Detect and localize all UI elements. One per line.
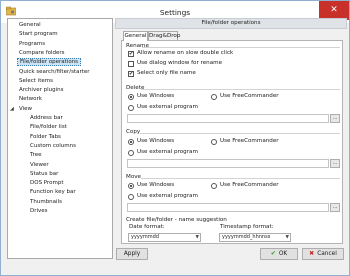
sidebar-item-address-bar[interactable]: Address bar	[28, 114, 65, 122]
delete-browse-button[interactable]: ...	[330, 114, 340, 123]
copy-divider	[140, 133, 340, 134]
move-use-external-label: Use external program	[137, 193, 198, 199]
settings-window: Settings ✕ General Start program Programs C…	[0, 0, 350, 276]
allow-rename-checkbox[interactable]: ✔	[128, 51, 134, 57]
copy-use-external-radio[interactable]	[128, 150, 134, 156]
cancel-icon: ✖	[309, 250, 315, 257]
move-divider	[141, 178, 340, 179]
move-external-path-field[interactable]	[127, 203, 329, 212]
chevron-down-icon: ▼	[285, 235, 289, 240]
copy-section-title: Copy	[126, 129, 141, 135]
sidebar-item-general[interactable]: General	[17, 21, 43, 29]
delete-use-external-radio[interactable]	[128, 105, 134, 111]
delete-use-windows-radio[interactable]	[128, 94, 134, 100]
copy-use-freecommander-radio[interactable]	[211, 139, 217, 145]
move-use-external-radio[interactable]	[128, 194, 134, 200]
sidebar-item-custom-columns[interactable]: Custom columns	[28, 142, 78, 150]
sidebar-item-thumbnails[interactable]: Thumbnails	[28, 198, 64, 206]
check-icon: ✔	[129, 51, 134, 57]
copy-browse-button[interactable]: ...	[330, 159, 340, 168]
timestamp-format-value: yyyymmdd_hhnnss	[222, 234, 271, 240]
sidebar-item-folder-tabs[interactable]: Folder Tabs	[28, 133, 63, 141]
move-use-windows-label: Use Windows	[137, 182, 175, 188]
timestamp-format-label: Timestamp format:	[220, 224, 274, 230]
delete-use-external-label: Use external program	[137, 104, 198, 110]
sidebar-item-network[interactable]: Network	[17, 95, 44, 103]
ok-label: OK	[278, 251, 288, 257]
delete-divider	[141, 89, 340, 90]
expand-triangle-icon[interactable]: ◢	[10, 105, 16, 113]
sidebar-item-quick-search-filter-starter[interactable]: Quick search/filter/starter	[17, 68, 92, 76]
check-icon: ✔	[129, 71, 134, 77]
sidebar-item-status-bar[interactable]: Status bar	[28, 170, 60, 178]
sidebar-item-select-items[interactable]: Select items	[17, 77, 55, 85]
checkmark-icon: ✔	[270, 250, 276, 257]
delete-use-freecommander-radio[interactable]	[211, 94, 217, 100]
copy-use-windows-label: Use Windows	[137, 138, 175, 144]
sidebar-item-function-key-bar[interactable]: Function key bar	[28, 188, 78, 196]
allow-rename-label: Allow rename on slow double click	[137, 50, 234, 56]
move-section-title: Move	[126, 174, 142, 180]
delete-section-title: Delete	[126, 85, 145, 91]
cancel-label: Cancel	[317, 251, 337, 257]
copy-use-windows-radio[interactable]	[128, 139, 134, 145]
date-format-value: yyyymmdd	[131, 234, 159, 240]
move-use-windows-radio[interactable]	[128, 183, 134, 189]
rename-section-title: Rename	[126, 43, 149, 49]
chevron-down-icon: ▼	[195, 235, 199, 240]
select-only-name-checkbox[interactable]: ✔	[128, 71, 134, 77]
delete-external-path-field[interactable]	[127, 114, 329, 123]
use-dialog-label: Use dialog window for rename	[137, 60, 223, 66]
sidebar-item-compare-folders[interactable]: Compare folders	[17, 49, 67, 57]
move-use-freecommander-radio[interactable]	[211, 183, 217, 189]
sidebar-item-file-folder-list[interactable]: File/folder list	[28, 123, 69, 131]
sidebar-item-dos-prompt[interactable]: DOS Prompt	[28, 179, 66, 187]
page-header: File/folder operations	[115, 18, 347, 29]
apply-button[interactable]: Apply	[116, 248, 148, 260]
use-dialog-checkbox[interactable]	[128, 61, 134, 67]
date-format-combo[interactable]: yyyymmdd ▼	[128, 233, 201, 242]
rename-divider	[142, 47, 340, 48]
copy-external-path-field[interactable]	[127, 159, 329, 168]
sidebar-item-programs[interactable]: Programs	[17, 40, 47, 48]
move-use-freecommander-label: Use FreeCommander	[220, 182, 279, 188]
sidebar-item-drives[interactable]: Drives	[28, 207, 50, 215]
tab-drag-drop[interactable]: Drag&Drop	[148, 31, 180, 40]
move-browse-button[interactable]: ...	[330, 203, 340, 212]
timestamp-format-combo[interactable]: yyyymmdd_hhnnss ▼	[219, 233, 291, 242]
ok-button[interactable]: ✔ OK	[260, 248, 298, 260]
cancel-button[interactable]: ✖ Cancel	[302, 248, 344, 260]
select-only-name-label: Select only file name	[137, 70, 196, 76]
sidebar-item-archiver-plugins[interactable]: Archiver plugins	[17, 86, 65, 94]
settings-nav-tree[interactable]: General Start program Programs Compare fold…	[7, 18, 113, 259]
sidebar-item-view[interactable]: View	[17, 105, 34, 113]
delete-use-windows-label: Use Windows	[137, 93, 175, 99]
copy-use-freecommander-label: Use FreeCommander	[220, 138, 279, 144]
sidebar-item-start-program[interactable]: Start program	[17, 30, 60, 38]
name-suggestion-title: Create file/folder - name suggestion	[126, 217, 227, 223]
tab-general[interactable]: General	[123, 31, 148, 41]
sidebar-item-viewer[interactable]: Viewer	[28, 161, 51, 169]
date-format-label: Date format:	[129, 224, 165, 230]
delete-use-freecommander-label: Use FreeCommander	[220, 93, 279, 99]
copy-use-external-label: Use external program	[137, 149, 198, 155]
close-icon: ✕	[330, 5, 338, 15]
sidebar-item-tree[interactable]: Tree	[28, 151, 43, 159]
window-title: Settings	[159, 8, 191, 17]
sidebar-item-file-folder-operations[interactable]: File/folder operations	[17, 58, 82, 67]
